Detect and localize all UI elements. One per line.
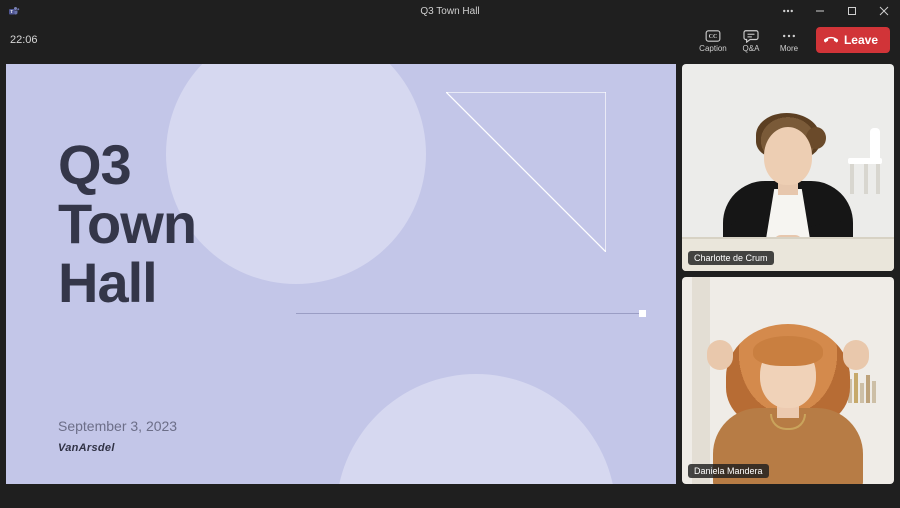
app-window: T Q3 Town Hall 22:06 CC Caption Q&A: [0, 0, 900, 508]
meeting-stage-area: Q3 Town Hall September 3, 2023 VanArsdel: [0, 58, 900, 490]
caption-button[interactable]: CC Caption: [696, 24, 730, 56]
slide-brand: VanArsdel: [58, 442, 115, 454]
qa-label: Q&A: [743, 45, 760, 53]
minimize-button[interactable]: [804, 0, 836, 22]
leave-button[interactable]: Leave: [816, 27, 890, 53]
decoration-triangle: [446, 92, 606, 252]
slide-date: September 3, 2023: [58, 418, 177, 434]
more-icon: [782, 28, 796, 44]
participant-name: Charlotte de Crum: [688, 251, 774, 265]
bottom-bar: [0, 490, 900, 508]
title-bar: T Q3 Town Hall: [0, 0, 900, 22]
participant-name: Daniela Mandera: [688, 464, 769, 478]
participant-video: [682, 64, 894, 271]
window-controls: [772, 0, 900, 22]
svg-text:CC: CC: [709, 34, 718, 40]
meeting-toolbar: 22:06 CC Caption Q&A More Leave: [0, 22, 900, 58]
svg-text:T: T: [10, 9, 13, 14]
maximize-button[interactable]: [836, 0, 868, 22]
hangup-icon: [824, 33, 838, 47]
more-label: More: [780, 45, 798, 53]
decoration-circle-bottom: [336, 374, 616, 484]
close-button[interactable]: [868, 0, 900, 22]
participant-video: [682, 277, 894, 484]
presentation-stage: Q3 Town Hall September 3, 2023 VanArsdel: [0, 58, 680, 490]
more-button[interactable]: More: [772, 24, 806, 56]
participants-panel: Charlotte de Crum Daniela: [680, 58, 900, 490]
shared-slide: Q3 Town Hall September 3, 2023 VanArsdel: [6, 64, 676, 484]
chat-bubble-icon: [743, 28, 759, 44]
qa-button[interactable]: Q&A: [734, 24, 768, 56]
participant-tile[interactable]: Daniela Mandera: [682, 277, 894, 484]
caption-icon: CC: [705, 28, 721, 44]
ellipsis-button[interactable]: [772, 0, 804, 22]
decoration-circle-top: [166, 64, 426, 284]
leave-label: Leave: [844, 33, 878, 47]
meeting-duration: 22:06: [10, 34, 38, 46]
participant-tile[interactable]: Charlotte de Crum: [682, 64, 894, 271]
caption-label: Caption: [699, 45, 727, 53]
slide-title: Q3 Town Hall: [58, 136, 196, 312]
teams-icon: T: [0, 5, 28, 17]
decoration-line: [296, 310, 646, 317]
window-title: Q3 Town Hall: [420, 6, 479, 17]
